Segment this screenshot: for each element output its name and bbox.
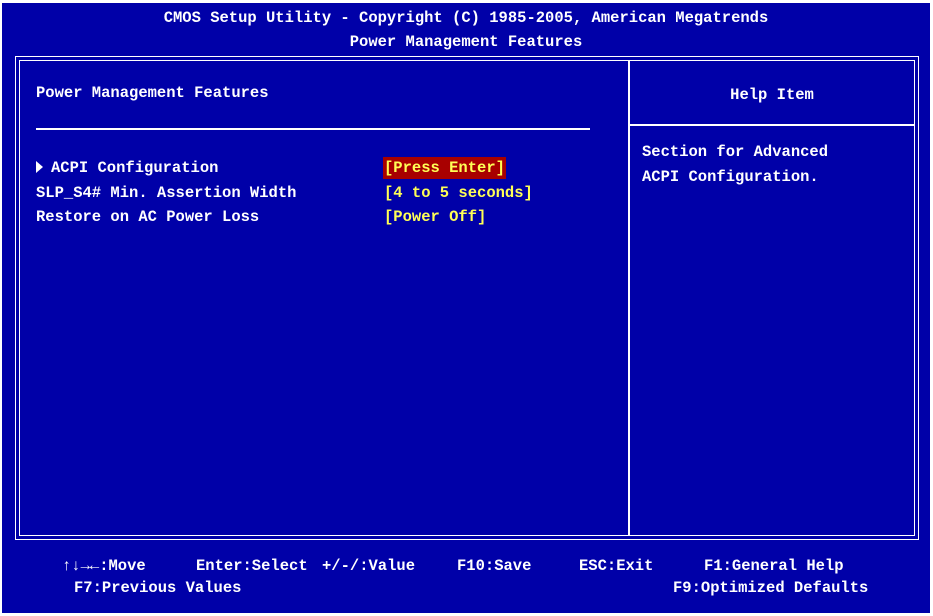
help-divider	[630, 124, 914, 126]
footer-previous-values-hint: F7:Previous Values	[74, 579, 242, 597]
restore-ac-power-loss-value[interactable]: [Power Off]	[383, 206, 487, 228]
bios-screen: CMOS Setup Utility - Copyright (C) 1985-…	[2, 3, 930, 613]
footer-exit-hint: ESC:Exit	[579, 557, 654, 575]
menu-item-label: ACPI Configuration	[36, 157, 218, 179]
utility-title: CMOS Setup Utility - Copyright (C) 1985-…	[163, 9, 769, 27]
panel-divider	[628, 61, 630, 535]
restore-ac-power-loss-label: Restore on AC Power Loss	[36, 208, 260, 226]
main-panel: Power Management Features ACPI Configura…	[15, 56, 919, 540]
section-divider	[36, 128, 590, 130]
section-title: Power Management Features	[36, 84, 269, 102]
page-title: Power Management Features	[349, 33, 583, 51]
footer-value-hint: +/-/:Value	[322, 557, 416, 575]
help-text: Section for Advanced ACPI Configuration.	[642, 143, 829, 186]
menu-item-restore-on-ac-power-loss[interactable]: Restore on AC Power Loss [Power Off]	[36, 206, 616, 228]
help-title: Help Item	[730, 86, 814, 104]
slp-s4-value[interactable]: [4 to 5 seconds]	[383, 182, 534, 204]
acpi-configuration-label: ACPI Configuration	[51, 159, 219, 177]
footer-move-hint: ↑↓→←:Move	[62, 557, 146, 575]
footer-help-hint: F1:General Help	[704, 557, 844, 575]
submenu-arrow-icon	[36, 161, 43, 173]
footer-select-hint: Enter:Select	[196, 557, 308, 575]
menu-item-acpi-configuration[interactable]: ACPI Configuration [Press Enter]	[36, 157, 616, 179]
footer-optimized-defaults-hint: F9:Optimized Defaults	[673, 579, 869, 597]
main-panel-inner: Power Management Features ACPI Configura…	[19, 60, 915, 536]
footer-save-hint: F10:Save	[457, 557, 532, 575]
menu-item-slp-s4-min-assertion-width[interactable]: SLP_S4# Min. Assertion Width [4 to 5 sec…	[36, 182, 616, 204]
acpi-configuration-value[interactable]: [Press Enter]	[383, 157, 506, 179]
slp-s4-label: SLP_S4# Min. Assertion Width	[36, 184, 297, 202]
